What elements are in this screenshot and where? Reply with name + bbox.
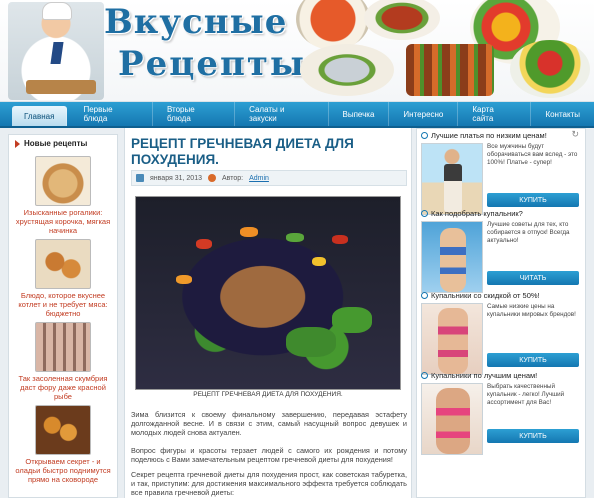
ad-block: Купальники со скидкой от 50%! Самые низк… — [421, 291, 583, 379]
article-date: января 31, 2013 — [150, 174, 202, 182]
read-button[interactable]: ЧИТАТЬ — [487, 271, 579, 285]
cutting-board — [26, 80, 96, 94]
logo-line-2: Рецепты — [118, 44, 306, 84]
ad-title[interactable]: Купальники по лучшим ценам! — [431, 371, 537, 380]
ad-block: Лучшие платья по низким ценам! Все мужчи… — [421, 131, 583, 219]
ad-description: Самые низкие цены на купальники мировых … — [487, 303, 576, 318]
article-paragraph-3: Секрет рецепта гречневой диеты для похуд… — [131, 470, 407, 497]
article-meta: января 31, 2013 Автор: Admin — [131, 170, 407, 186]
swimsuit-figure — [436, 388, 470, 454]
recipe-link[interactable]: Открываем секрет - и оладьи быстро подни… — [9, 455, 117, 484]
spinach-leaf — [286, 327, 336, 357]
pepper-red-2 — [332, 235, 348, 244]
article-photo — [135, 196, 401, 390]
nav-item-interesting[interactable]: Интересно — [389, 102, 459, 126]
carrot — [176, 275, 192, 284]
recipe-link[interactable]: Изысканные рогалики: хрустящая корочка, … — [9, 206, 117, 235]
article-paragraph-1: Зима близится к своему финальному заверш… — [131, 410, 407, 437]
calendar-icon — [136, 174, 144, 182]
nav-item-sitemap[interactable]: Карта сайта — [458, 102, 532, 126]
pepper-yellow — [312, 257, 326, 266]
arrow-right-icon — [15, 139, 20, 148]
recipe-thumbnail[interactable] — [35, 156, 91, 206]
pepper-orange — [240, 227, 258, 237]
buy-button[interactable]: КУПИТЬ — [487, 353, 579, 367]
swimsuit-figure — [440, 228, 466, 292]
main-content: Рецепт гречневая диета для похудения. ян… — [124, 128, 412, 498]
recipe-link[interactable]: Блюдо, которое вкуснее котлет и не требу… — [9, 289, 117, 318]
ad-block: Как подобрать купальник? Лучшие советы д… — [421, 209, 583, 297]
pepper-green — [286, 233, 304, 242]
recipe-item[interactable]: Так засоленная скумбрия даст фору даже к… — [9, 322, 117, 401]
new-recipes-title: Новые рецепты — [24, 139, 88, 148]
chef-image — [8, 2, 104, 100]
recipe-link[interactable]: Так засоленная скумбрия даст фору даже к… — [9, 372, 117, 401]
article-title[interactable]: Рецепт гречневая диета для похудения. — [131, 136, 401, 168]
photo-caption: РЕЦЕПТ ГРЕЧНЕВАЯ ДИЕТА ДЛЯ ПОХУДЕНИЯ. — [193, 391, 343, 398]
nav-item-first-courses[interactable]: Первые блюда — [69, 102, 153, 126]
recipe-thumbnail[interactable] — [35, 239, 91, 289]
ad-title[interactable]: Купальники со скидкой от 50%! — [431, 291, 540, 300]
nav-item-home[interactable]: Главная — [12, 106, 68, 126]
ad-image[interactable] — [421, 383, 483, 455]
ad-image[interactable] — [421, 221, 483, 293]
recipe-item[interactable]: Изысканные рогалики: хрустящая корочка, … — [9, 156, 117, 235]
new-recipes-heading: Новые рецепты — [9, 135, 117, 152]
kebab-dish-image — [406, 44, 494, 96]
ad-image[interactable] — [421, 303, 483, 375]
fish-dish-image — [300, 44, 394, 96]
nav-item-salads[interactable]: Салаты и закуски — [235, 102, 329, 126]
recipe-thumbnail[interactable] — [35, 405, 91, 455]
ad-heading[interactable]: Купальники со скидкой от 50%! — [421, 291, 583, 300]
user-icon — [208, 174, 216, 182]
soup-dish-image — [296, 0, 370, 50]
right-sidebar: ↻ Лучшие платья по низким ценам! Все муж… — [416, 128, 586, 498]
ad-heading[interactable]: Как подобрать купальник? — [421, 209, 583, 218]
ad-image[interactable] — [421, 143, 483, 215]
pepper-red — [196, 239, 212, 249]
circle-icon — [421, 132, 428, 139]
dress-shape — [444, 164, 462, 212]
chef-tie — [50, 42, 64, 64]
swimsuit-figure — [438, 308, 468, 374]
recipe-thumbnail[interactable] — [35, 322, 91, 372]
spinach-leaf-2 — [332, 307, 372, 333]
buy-button[interactable]: КУПИТЬ — [487, 429, 579, 443]
nav-item-contacts[interactable]: Контакты — [531, 102, 594, 126]
site-header: Вкусные Рецепты — [0, 0, 594, 102]
ad-title[interactable]: Как подобрать купальник? — [431, 209, 523, 218]
site-logo[interactable]: Вкусные Рецепты — [104, 2, 304, 92]
author-label: Автор: — [222, 174, 244, 182]
recipe-item[interactable]: Открываем секрет - и оладьи быстро подни… — [9, 405, 117, 484]
article-paragraph-2: Вопрос фигуры и красоты терзает людей с … — [131, 446, 407, 464]
nav-item-baking[interactable]: Выпечка — [329, 102, 390, 126]
recipe-item[interactable]: Блюдо, которое вкуснее котлет и не требу… — [9, 239, 117, 318]
nav-item-second-courses[interactable]: Вторые блюда — [153, 102, 236, 126]
circle-icon — [421, 210, 428, 217]
circle-icon — [421, 292, 428, 299]
salad-dish-image — [510, 40, 590, 98]
ad-heading[interactable]: Лучшие платья по низким ценам! — [421, 131, 583, 140]
main-navigation: Главная Первые блюда Вторые блюда Салаты… — [0, 102, 594, 128]
ad-description: Лучшие советы для тех, кто собирается в … — [487, 221, 570, 244]
ad-block: Купальники по лучшим ценам! Выбрать каче… — [421, 371, 583, 459]
meat-dish-image — [364, 0, 440, 40]
logo-line-1: Вкусные — [104, 2, 288, 42]
circle-icon — [421, 372, 428, 379]
ad-description: Все мужчины будут оборачиваться вам всле… — [487, 143, 578, 166]
ad-heading[interactable]: Купальники по лучшим ценам! — [421, 371, 583, 380]
chef-hat — [42, 2, 72, 20]
buy-button[interactable]: КУПИТЬ — [487, 193, 579, 207]
left-sidebar: Новые рецепты Изысканные рогалики: хруст… — [8, 134, 118, 498]
author-link[interactable]: Admin — [249, 175, 269, 182]
ad-description: Выбрать качественный купальник - легко! … — [487, 383, 565, 406]
ad-title[interactable]: Лучшие платья по низким ценам! — [431, 131, 547, 140]
